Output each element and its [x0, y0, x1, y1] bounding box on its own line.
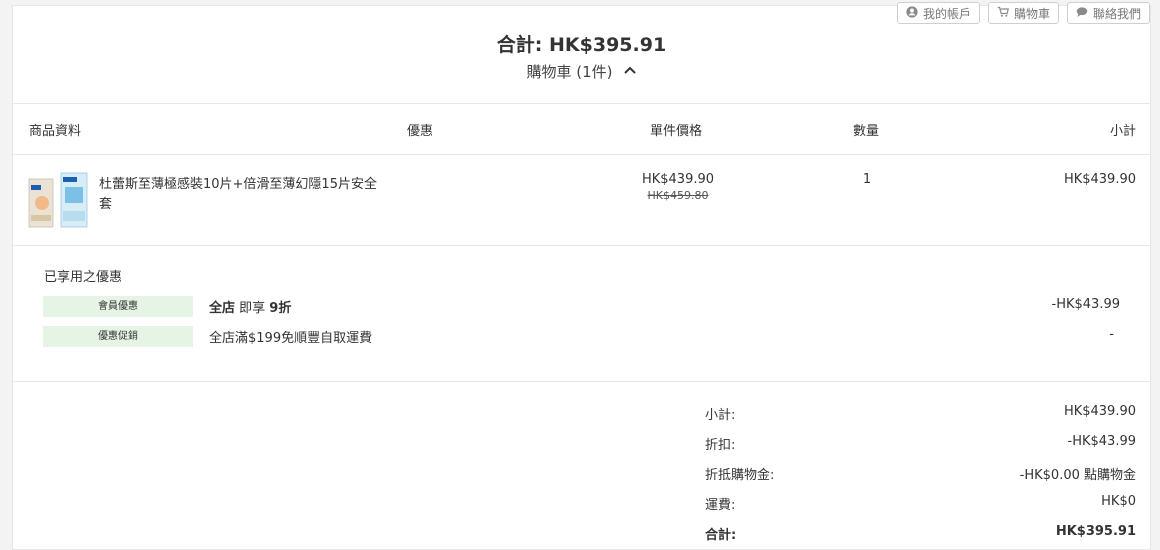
- totals-credit-line: 折抵購物金: -HK$0.00 點購物金: [705, 464, 1136, 484]
- contact-us-label: 聯絡我們: [1092, 6, 1141, 21]
- cart-toggle-label: 購物車 (1件): [526, 63, 613, 81]
- original-price: HK$459.80: [647, 189, 709, 202]
- totals-label: 小計:: [705, 408, 736, 423]
- row-subtotal: HK$439.90: [1063, 172, 1136, 187]
- discount-mid-text: 即享: [235, 301, 270, 316]
- header-utility-bar: 我的帳戶 購物車 聯絡我們: [896, 2, 1150, 24]
- discount-item-member: 會員優惠 全店 即享 9折 -HK$43.99: [43, 296, 1120, 318]
- totals-label: 運費:: [705, 498, 736, 513]
- quantity-value: 1: [862, 172, 872, 187]
- cart-label: 購物車: [1013, 6, 1050, 21]
- grand-total-heading: 合計: HK$395.91: [496, 34, 667, 56]
- contact-us-button[interactable]: 聯絡我們: [1066, 2, 1150, 24]
- chevron-up-icon: [623, 63, 637, 81]
- col-product-info: 商品資料: [29, 124, 82, 139]
- applied-discounts-section: 已享用之優惠 會員優惠 全店 即享 9折 -HK$43.99 優惠促銷 全店滿$…: [13, 246, 1150, 382]
- discount-amount: -HK$43.99: [1051, 297, 1120, 312]
- totals-value: -HK$0.00 點購物金: [1019, 468, 1136, 483]
- totals-shipping-line: 運費: HK$0: [705, 494, 1136, 514]
- cart-icon: [997, 6, 1009, 21]
- col-subtotal: 小計: [1109, 124, 1136, 139]
- cart-summary-panel: 我的帳戶 購物車 聯絡我們 合計: HK$395.91 購物車 (1件) 商品資…: [12, 2, 1151, 550]
- col-unit-price: 單件價格: [650, 124, 703, 139]
- totals-value: HK$439.90: [1063, 404, 1136, 419]
- unit-price: HK$439.90: [641, 172, 715, 187]
- discount-amount: -: [1109, 327, 1114, 342]
- my-account-button[interactable]: 我的帳戶: [896, 2, 980, 24]
- discount-tag: 會員優惠: [43, 296, 193, 317]
- applied-discounts-title: 已享用之優惠: [44, 270, 123, 285]
- discount-rate: 9折: [269, 301, 292, 316]
- chat-bubble-icon: [1076, 6, 1088, 21]
- cart-table-header: 商品資料 優惠 單件價格 數量 小計: [13, 104, 1150, 155]
- cart-button[interactable]: 購物車: [987, 2, 1059, 24]
- col-quantity: 數量: [853, 124, 880, 139]
- totals-discount-line: 折扣: -HK$43.99: [705, 434, 1136, 454]
- product-thumbnail[interactable]: [27, 171, 91, 231]
- discount-description: 全店 即享 9折: [209, 297, 291, 316]
- product-name-link[interactable]: 杜蕾斯至薄極感裝10片+倍滑至薄幻隱15片安全套: [99, 175, 389, 215]
- table-row: 杜蕾斯至薄極感裝10片+倍滑至薄幻隱15片安全套 HK$439.90 HK$45…: [13, 155, 1150, 246]
- totals-label: 合計:: [705, 528, 737, 543]
- user-icon: [906, 5, 918, 21]
- discount-item-promotion: 優惠促銷 全店滿$199免順豐自取運費 -: [43, 326, 1120, 348]
- my-account-label: 我的帳戶: [922, 6, 971, 21]
- cart-collapse-toggle[interactable]: 購物車 (1件): [526, 61, 636, 82]
- col-discount: 優惠: [407, 124, 434, 139]
- totals-value: -HK$43.99: [1067, 434, 1136, 449]
- discount-scope: 全店: [209, 301, 236, 316]
- totals-subtotal-line: 小計: HK$439.90: [705, 404, 1136, 424]
- order-totals: 小計: HK$439.90 折扣: -HK$43.99 折抵購物金: -HK$0…: [13, 382, 1150, 549]
- discount-tag: 優惠促銷: [43, 326, 193, 347]
- totals-grand-total-line: 合計: HK$395.91: [705, 524, 1136, 544]
- unit-price-cell: HK$439.90 HK$459.80: [608, 172, 748, 202]
- totals-value: HK$395.91: [1055, 524, 1136, 539]
- totals-label: 折抵購物金:: [705, 468, 775, 483]
- totals-value: HK$0: [1101, 494, 1136, 509]
- discount-description: 全店滿$199免順豐自取運費: [209, 331, 373, 346]
- totals-label: 折扣:: [705, 438, 736, 453]
